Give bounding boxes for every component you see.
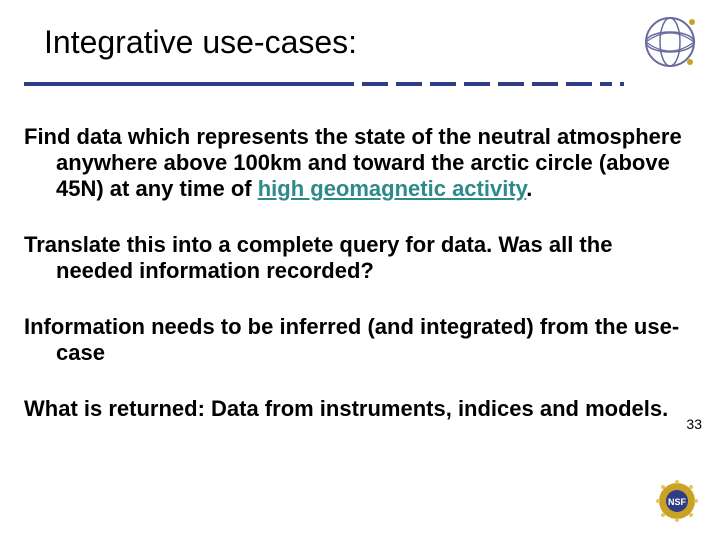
slide-title: Integrative use-cases: <box>0 0 720 61</box>
paragraph-2: Translate this into a complete query for… <box>24 232 684 284</box>
paragraph-1: Find data which represents the state of … <box>24 124 684 202</box>
geomagnetic-link[interactable]: high geomagnetic activity <box>258 176 527 201</box>
nsf-badge-icon: NSF <box>654 478 702 526</box>
title-divider <box>24 82 664 86</box>
paragraph-3: Information needs to be inferred (and in… <box>24 314 684 366</box>
decorative-globe-icon <box>640 12 700 72</box>
svg-text:NSF: NSF <box>668 497 687 507</box>
page-number: 33 <box>686 416 702 432</box>
paragraph-4: What is returned: Data from instruments,… <box>24 396 684 422</box>
p1-suffix: . <box>526 176 532 201</box>
